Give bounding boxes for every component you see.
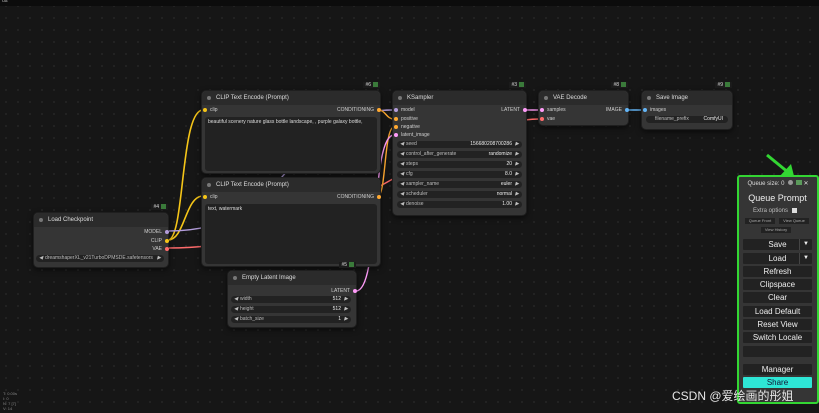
extra-options-row[interactable]: Extra options [753, 208, 797, 214]
output-model[interactable]: MODEL [144, 229, 169, 235]
input-samples[interactable]: samples [540, 107, 566, 113]
node-title[interactable]: CLIP Text Encode (Prompt) [202, 178, 380, 192]
node-id-badge: #6 [363, 82, 380, 88]
output-conditioning[interactable]: CONDITIONING [337, 107, 381, 113]
collapse-dot-icon[interactable] [207, 96, 211, 100]
widget-denoise[interactable]: ◀ denoise 1.00 ▶ [397, 201, 522, 208]
top-bar-text: da [2, 0, 8, 4]
extra-options-checkbox[interactable] [791, 208, 797, 213]
queue-size-label: Queue size: 0 [747, 181, 785, 187]
widget-steps[interactable]: ◀ steps 20 ▶ [397, 161, 522, 168]
collapse-dot-icon[interactable] [544, 96, 548, 100]
stat-v: V: 14 [3, 406, 13, 411]
prompt-textarea[interactable]: beautiful scenery nature glass bottle la… [205, 117, 377, 171]
queue-prompt-button[interactable]: Queue Prompt [743, 193, 812, 204]
collapse-dot-icon[interactable] [39, 218, 43, 222]
prompt-textarea[interactable]: text, watermark [205, 204, 377, 264]
node-title[interactable]: VAE Decode [539, 91, 628, 105]
node-title[interactable]: Load Checkpoint [34, 213, 168, 227]
load-default-button[interactable]: Load Default [743, 306, 812, 317]
widget-control-after-generate[interactable]: ◀ control_after_generate randomize ▶ [397, 151, 522, 158]
view-history-button[interactable]: View History [761, 227, 791, 233]
csdn-watermark: CSDN @爱绘画的彤姐 [672, 389, 794, 403]
extra-options-label: Extra options [753, 208, 789, 215]
link-clip-to-pos [167, 109, 204, 241]
widget-ckpt-name[interactable]: ◀ dreamshaperXL_v21TurboDPMSDE.safetensor… [36, 255, 164, 262]
collapse-dot-icon[interactable] [207, 183, 211, 187]
settings-gear-icon[interactable] [788, 180, 794, 185]
widget-sampler-name[interactable]: ◀ sampler_name euler ▶ [397, 181, 522, 188]
collapse-dot-icon[interactable] [647, 96, 651, 100]
clipspace-button[interactable]: Clipspace [743, 279, 812, 290]
node-title[interactable]: Save Image [642, 91, 732, 105]
node-id-badge: #4 [151, 204, 168, 210]
view-queue-button[interactable]: View Queue [779, 218, 809, 224]
node-id-badge: #5 [339, 262, 356, 268]
node-title[interactable]: CLIP Text Encode (Prompt) [202, 91, 380, 105]
clip-text-encode-positive-node[interactable]: #6 CLIP Text Encode (Prompt) clip CONDIT… [201, 82, 381, 174]
node-id-badge: #8 [611, 82, 628, 88]
queue-size-row: Queue size: 0 ✕ [739, 180, 817, 190]
top-bar: da [0, 0, 819, 6]
input-positive[interactable]: positive [394, 116, 418, 122]
refresh-button[interactable]: Refresh [743, 266, 812, 277]
input-vae[interactable]: vae [540, 116, 555, 122]
empty-latent-image-node[interactable]: #5 Empty Latent Image LATENT ◀ width 512 ▶ … [227, 262, 357, 328]
output-conditioning[interactable]: CONDITIONING [337, 194, 381, 200]
widget-batch-size[interactable]: ◀ batch_size 1 ▶ [231, 316, 351, 323]
load-button[interactable]: Load ▼ [743, 253, 812, 264]
collapse-dot-icon[interactable] [233, 276, 237, 280]
save-dropdown-icon[interactable]: ▼ [799, 239, 812, 250]
vae-decode-node[interactable]: #8 VAE Decode samples vae IMAGE [538, 82, 629, 126]
widget-height[interactable]: ◀ height 512 ▶ [231, 306, 351, 313]
picture-icon[interactable] [795, 180, 802, 185]
save-image-node[interactable]: #9 Save Image images filename_prefix Comf… [641, 82, 733, 130]
collapse-dot-icon[interactable] [398, 96, 402, 100]
input-clip[interactable]: clip [203, 107, 218, 113]
output-latent[interactable]: LATENT [331, 288, 357, 294]
link-clip-to-neg [167, 195, 204, 241]
load-checkpoint-node[interactable]: #4 Load Checkpoint MODEL CLIP VAE ◀ dream… [33, 204, 169, 268]
input-model[interactable]: model [394, 107, 415, 113]
clip-text-encode-negative-node[interactable]: CLIP Text Encode (Prompt) clip CONDITION… [201, 177, 381, 267]
widget-width[interactable]: ◀ width 512 ▶ [231, 296, 351, 303]
output-clip[interactable]: CLIP [151, 238, 169, 244]
node-id-badge: #9 [715, 82, 732, 88]
node-id-badge: #3 [509, 82, 526, 88]
input-images[interactable]: images [643, 107, 666, 113]
node-title[interactable]: KSampler [393, 91, 526, 105]
close-icon[interactable]: ✕ [804, 181, 809, 187]
input-latent-image[interactable]: latent_image [394, 132, 430, 138]
queue-front-button[interactable]: Queue Front [745, 218, 775, 224]
widget-scheduler[interactable]: ◀ scheduler normal ▶ [397, 191, 522, 198]
input-clip[interactable]: clip [203, 194, 218, 200]
widget-cfg[interactable]: ◀ cfg 8.0 ▶ [397, 171, 522, 178]
input-negative[interactable]: negative [394, 124, 420, 130]
output-latent[interactable]: LATENT [501, 107, 527, 113]
manager-button[interactable]: Manager [743, 364, 812, 375]
widget-filename-prefix[interactable]: filename_prefix ComfyUI [646, 116, 728, 123]
reset-view-button[interactable]: Reset View [743, 319, 812, 330]
comfy-menu: Queue size: 0 ✕ Queue Prompt Extra optio… [737, 175, 819, 404]
clear-button[interactable]: Clear [743, 292, 812, 303]
switch-locale-button[interactable]: Switch Locale [743, 332, 812, 343]
output-vae[interactable]: VAE [152, 246, 169, 252]
save-button[interactable]: Save ▼ [743, 239, 812, 250]
empty-slot [743, 346, 812, 357]
load-dropdown-icon[interactable]: ▼ [799, 253, 812, 264]
output-image[interactable]: IMAGE [606, 107, 629, 113]
ksampler-node[interactable]: #3 KSampler model positive negative late… [392, 82, 527, 216]
node-title[interactable]: Empty Latent Image [228, 271, 356, 285]
widget-seed[interactable]: ◀ seed 156680208700286 ▶ [397, 141, 522, 148]
